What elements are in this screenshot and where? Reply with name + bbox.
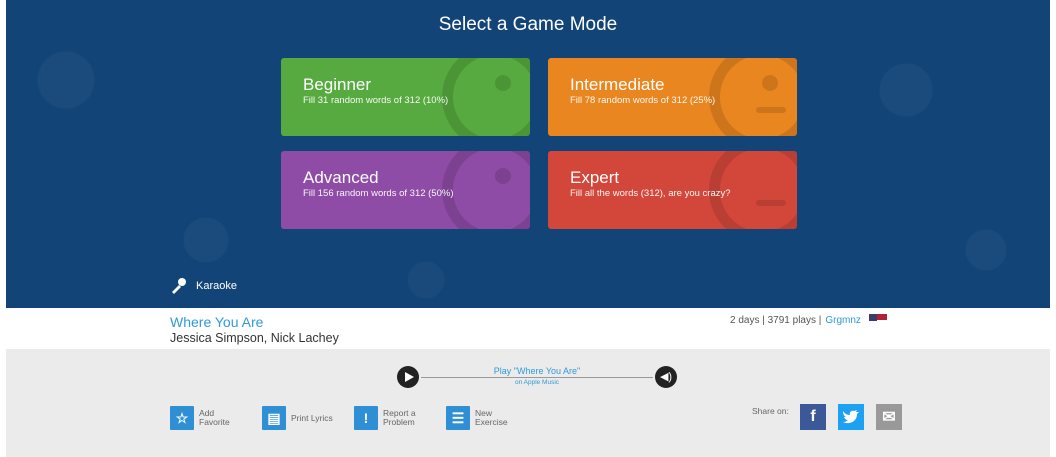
- mode-name: Beginner: [303, 75, 372, 94]
- progress-track[interactable]: [421, 377, 653, 378]
- beginner-mode-button[interactable]: Beginner Fill 31 random words of 312 (10…: [281, 58, 530, 136]
- game-mode-title: Select a Game Mode: [438, 14, 618, 35]
- twitter-icon: [843, 410, 859, 424]
- list-icon: ☰: [446, 406, 470, 430]
- song-meta: 2 days | 3791 plays | Grgmnz: [730, 314, 887, 326]
- meta-stats: 2 days | 3791 plays |: [730, 314, 822, 326]
- email-icon: ✉: [882, 409, 896, 426]
- facebook-share-button[interactable]: f: [800, 404, 826, 430]
- mode-name: Intermediate: [570, 75, 665, 94]
- us-flag-icon: [868, 314, 887, 326]
- star-icon: ☆: [170, 406, 194, 430]
- mode-description: Fill 78 random words of 312 (25%): [570, 95, 716, 106]
- audio-player: Play "Where You Are" on Apple Music ◀): [397, 366, 677, 388]
- smile-face-icon: [442, 58, 530, 136]
- exclamation-icon: !: [354, 406, 378, 430]
- mode-name: Expert: [570, 168, 620, 187]
- new-exercise-button[interactable]: ☰ New Exercise: [446, 406, 519, 430]
- printer-icon: ▤: [262, 406, 286, 430]
- microphone-icon: [172, 278, 186, 294]
- mode-description: Fill all the words (312), are you crazy?: [570, 188, 731, 199]
- intermediate-mode-button[interactable]: Intermediate Fill 78 random words of 312…: [548, 58, 797, 136]
- action-label: Add Favorite: [199, 408, 230, 427]
- play-button[interactable]: [397, 366, 419, 388]
- report-problem-button[interactable]: ! Report a Problem: [354, 406, 427, 430]
- play-on-apple-link[interactable]: Play "Where You Are": [457, 366, 617, 376]
- action-label: Report a Problem: [383, 408, 416, 427]
- email-share-button[interactable]: ✉: [876, 404, 902, 430]
- mode-description: Fill 156 random words of 312 (50%): [303, 188, 454, 199]
- song-title-link[interactable]: Where You Are: [170, 314, 263, 330]
- neutral-face-icon: [709, 58, 797, 136]
- action-label: Print Lyrics: [291, 412, 333, 423]
- volume-button[interactable]: ◀): [655, 366, 677, 388]
- advanced-mode-button[interactable]: Advanced Fill 156 random words of 312 (5…: [281, 151, 530, 229]
- mode-description: Fill 31 random words of 312 (10%): [303, 95, 449, 106]
- expert-mode-button[interactable]: Expert Fill all the words (312), are you…: [548, 151, 797, 229]
- sad-face-icon: [442, 151, 530, 229]
- twitter-share-button[interactable]: [838, 404, 864, 430]
- artist-link[interactable]: Jessica Simpson, Nick Lachey: [170, 331, 339, 345]
- add-favorite-button[interactable]: ☆ Add Favorite: [170, 406, 243, 430]
- print-lyrics-button[interactable]: ▤ Print Lyrics: [262, 406, 335, 430]
- karaoke-label: Karaoke: [196, 280, 237, 292]
- facebook-icon: f: [810, 408, 816, 425]
- karaoke-button[interactable]: Karaoke: [170, 277, 237, 295]
- action-label: New Exercise: [475, 408, 508, 427]
- game-mode-panel: Select a Game Mode Beginner Fill 31 rand…: [6, 0, 1050, 308]
- apple-music-label: on Apple Music: [514, 379, 560, 386]
- share-label: Share on:: [752, 406, 789, 416]
- user-link[interactable]: Grgmnz: [825, 315, 861, 326]
- mode-name: Advanced: [303, 168, 379, 187]
